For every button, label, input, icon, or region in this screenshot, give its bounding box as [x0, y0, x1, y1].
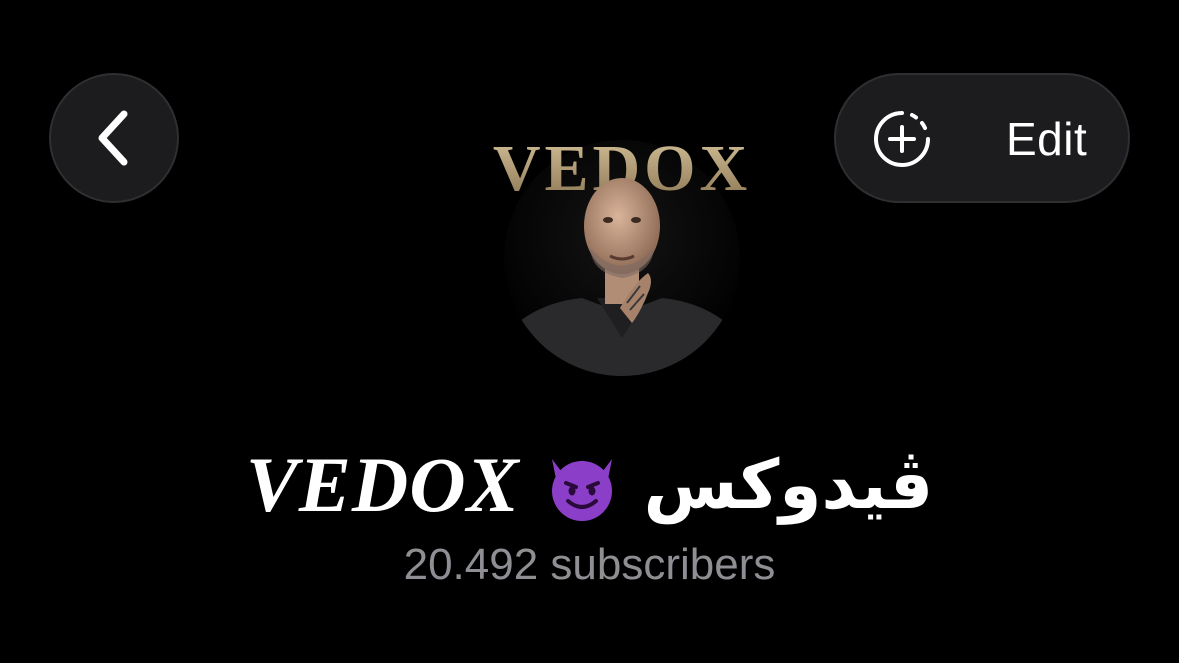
avatar[interactable]: VEDOX: [472, 108, 772, 408]
channel-name-latin: VEDOX: [245, 441, 520, 528]
chevron-left-icon: [98, 110, 128, 166]
edit-button[interactable]: Edit: [834, 73, 1130, 203]
smiling-face-with-horns-icon: [551, 459, 612, 521]
edit-label: Edit: [1006, 113, 1088, 165]
channel-name: VEDOX ڤيدوكس: [0, 440, 1179, 530]
add-story-icon: [874, 111, 930, 167]
subscriber-count: 20.492 subscribers: [403, 540, 776, 589]
channel-name-arabic: ڤيدوكس: [643, 445, 934, 525]
back-button[interactable]: [49, 73, 179, 203]
